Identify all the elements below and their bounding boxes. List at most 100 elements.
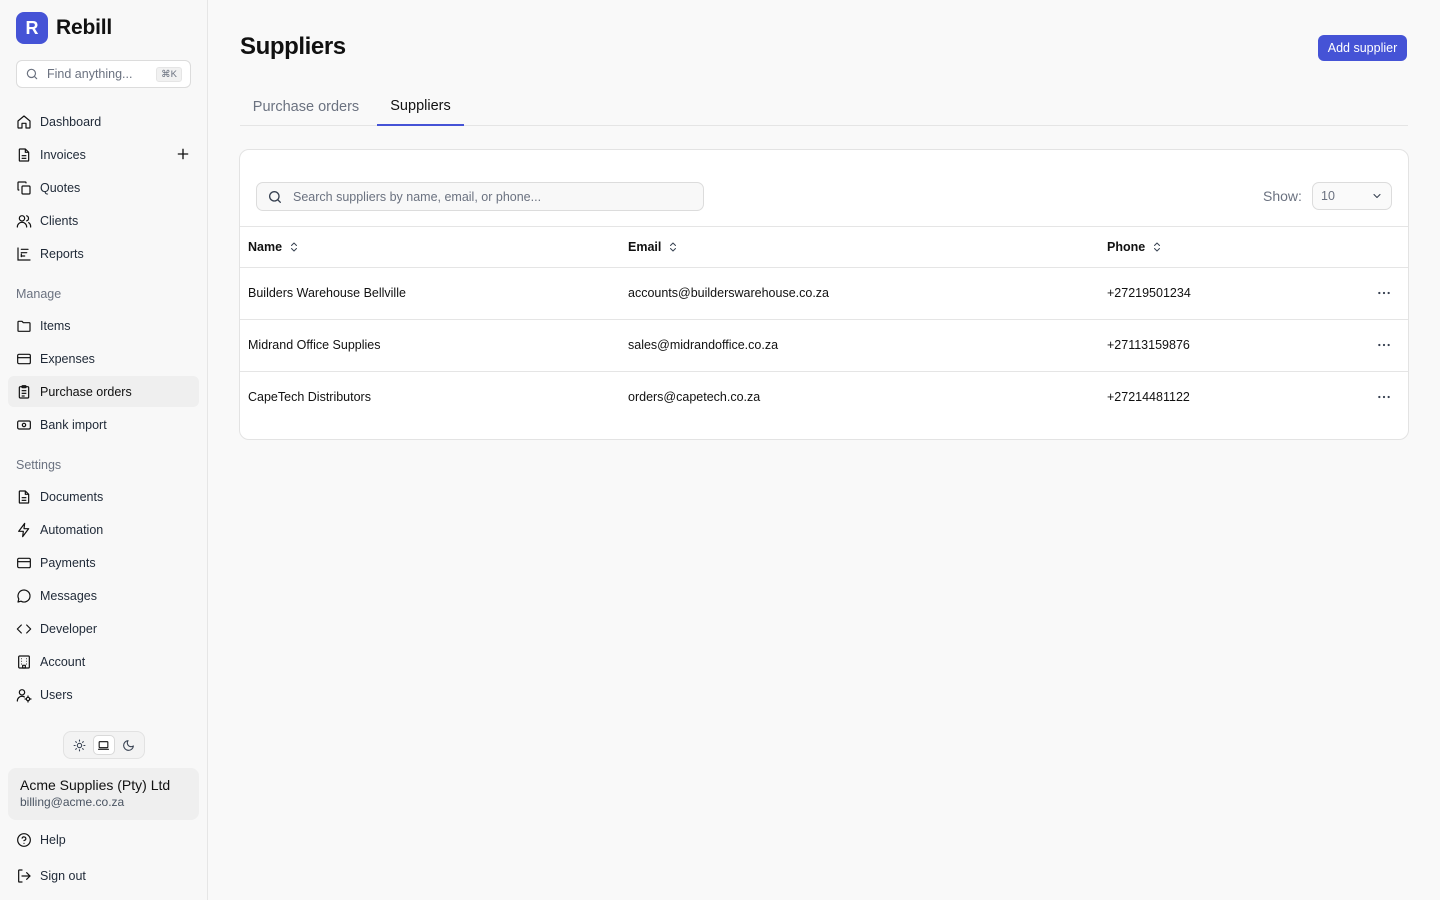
supplier-email: accounts@builderswarehouse.co.za xyxy=(628,286,829,300)
row-actions-button[interactable] xyxy=(1374,336,1394,354)
sun-icon xyxy=(73,739,86,751)
tab-purchase-orders[interactable]: Purchase orders xyxy=(240,88,372,126)
more-horizontal-icon xyxy=(1378,343,1390,347)
sidebar-item-messages[interactable]: Messages xyxy=(8,580,199,611)
row-actions-button[interactable] xyxy=(1374,284,1394,302)
account-card[interactable]: Acme Supplies (Pty) Ltd billing@acme.co.… xyxy=(8,768,199,820)
sidebar-item-label: Payments xyxy=(40,555,96,570)
theme-system-button[interactable] xyxy=(92,735,115,755)
page-size-value: 10 xyxy=(1321,189,1335,203)
sidebar-item-purchase-orders[interactable]: Purchase orders xyxy=(8,376,199,407)
column-header-phone[interactable]: Phone xyxy=(1107,227,1163,267)
page-size-label: Show: xyxy=(1263,188,1302,204)
sidebar-item-documents[interactable]: Documents xyxy=(8,481,199,512)
supplier-search-input[interactable]: Search suppliers by name, email, or phon… xyxy=(256,182,704,211)
supplier-name: Builders Warehouse Bellville xyxy=(248,286,406,300)
sidebar-item-label: Help xyxy=(40,832,66,847)
sort-icon xyxy=(291,242,298,252)
message-circle-icon xyxy=(17,588,31,603)
sidebar-item-label: Quotes xyxy=(40,180,81,195)
supplier-name: CapeTech Distributors xyxy=(248,390,371,404)
file-text-icon xyxy=(18,147,30,162)
section-label-settings: Settings xyxy=(16,458,62,472)
table-header: Name Email Phone xyxy=(240,226,1408,268)
sort-icon xyxy=(1154,242,1161,252)
section-label-manage: Manage xyxy=(16,287,62,301)
folder-icon xyxy=(17,320,31,332)
brand-logo: R xyxy=(16,12,48,44)
global-search[interactable]: Find anything... ⌘K xyxy=(16,60,191,88)
column-header-email[interactable]: Email xyxy=(628,227,679,267)
global-search-placeholder: Find anything... xyxy=(47,67,133,81)
sidebar-item-label: Bank import xyxy=(40,417,107,432)
sidebar-item-expenses[interactable]: Expenses xyxy=(8,343,199,374)
sidebar-item-label: Documents xyxy=(40,489,104,504)
supplier-phone: +27214481122 xyxy=(1107,390,1190,404)
credit-card-icon xyxy=(17,557,31,568)
sidebar-item-label: Automation xyxy=(40,522,104,537)
sidebar-item-label: Account xyxy=(40,654,86,669)
search-shortcut: ⌘K xyxy=(156,66,182,82)
table-row[interactable]: CapeTech Distributors orders@capetech.co… xyxy=(240,372,1408,424)
log-out-icon xyxy=(18,868,31,883)
chevron-down-icon xyxy=(1373,193,1381,199)
zap-icon xyxy=(18,522,30,537)
moon-icon xyxy=(123,739,135,751)
sort-icon xyxy=(670,242,677,252)
supplier-search-placeholder: Search suppliers by name, email, or phon… xyxy=(293,189,542,204)
credit-card-icon xyxy=(17,353,31,364)
building-icon xyxy=(18,654,30,669)
sidebar-item-clients[interactable]: Clients xyxy=(8,205,199,236)
sidebar-item-automation[interactable]: Automation xyxy=(8,514,199,545)
table-row[interactable]: Midrand Office Supplies sales@midrandoff… xyxy=(240,320,1408,372)
sidebar-item-bank-import[interactable]: Bank import xyxy=(8,409,199,440)
tab-suppliers[interactable]: Suppliers xyxy=(377,88,464,126)
banknote-icon xyxy=(17,419,31,430)
plus-icon[interactable] xyxy=(175,146,191,162)
sidebar-item-users[interactable]: Users xyxy=(8,679,199,710)
brand-name: Rebill xyxy=(56,16,112,39)
page-title: Suppliers xyxy=(240,33,346,60)
column-header-label: Email xyxy=(628,240,662,254)
sidebar-item-sign-out[interactable]: Sign out xyxy=(8,860,199,891)
table-row[interactable]: Builders Warehouse Bellville accounts@bu… xyxy=(240,268,1408,320)
suppliers-card: Search suppliers by name, email, or phon… xyxy=(239,149,1409,440)
column-header-name[interactable]: Name xyxy=(248,227,300,267)
copy-icon xyxy=(17,180,31,195)
sidebar-item-help[interactable]: Help xyxy=(8,824,199,855)
bar-chart-icon xyxy=(17,246,31,261)
laptop-icon xyxy=(98,740,110,750)
sidebar-item-quotes[interactable]: Quotes xyxy=(8,172,199,203)
sidebar-item-label: Dashboard xyxy=(40,114,102,129)
supplier-email: orders@capetech.co.za xyxy=(628,390,761,404)
more-horizontal-icon xyxy=(1378,291,1390,295)
sidebar-item-dashboard[interactable]: Dashboard xyxy=(8,106,199,137)
sidebar-item-account[interactable]: Account xyxy=(8,646,199,677)
clipboard-icon xyxy=(18,384,30,399)
add-supplier-button[interactable]: Add supplier xyxy=(1318,35,1407,61)
sidebar-item-label: Items xyxy=(40,318,71,333)
account-email: billing@acme.co.za xyxy=(20,795,125,809)
theme-light-button[interactable] xyxy=(68,735,90,755)
home-icon xyxy=(17,114,31,129)
row-actions-button[interactable] xyxy=(1374,388,1394,406)
theme-dark-button[interactable] xyxy=(118,735,140,755)
sidebar-item-label: Expenses xyxy=(40,351,95,366)
sidebar-item-label: Sign out xyxy=(40,868,86,883)
sidebar-item-developer[interactable]: Developer xyxy=(8,613,199,644)
brand[interactable]: R Rebill xyxy=(16,12,112,44)
users-icon xyxy=(16,214,32,228)
tabs: Purchase orders Suppliers xyxy=(240,88,1408,126)
sidebar-item-label: Messages xyxy=(40,588,97,603)
file-text-icon xyxy=(18,489,30,504)
sidebar-item-reports[interactable]: Reports xyxy=(8,238,199,269)
sidebar-item-label: Purchase orders xyxy=(40,384,132,399)
sidebar-item-items[interactable]: Items xyxy=(8,310,199,341)
sidebar-item-label: Invoices xyxy=(40,147,86,162)
column-header-label: Phone xyxy=(1107,240,1146,254)
page-size-select[interactable]: 10 xyxy=(1312,182,1392,210)
sidebar-item-payments[interactable]: Payments xyxy=(8,547,199,578)
search-icon xyxy=(269,190,281,203)
sidebar-item-invoices[interactable]: Invoices xyxy=(8,139,199,170)
supplier-phone: +27113159876 xyxy=(1107,338,1190,352)
